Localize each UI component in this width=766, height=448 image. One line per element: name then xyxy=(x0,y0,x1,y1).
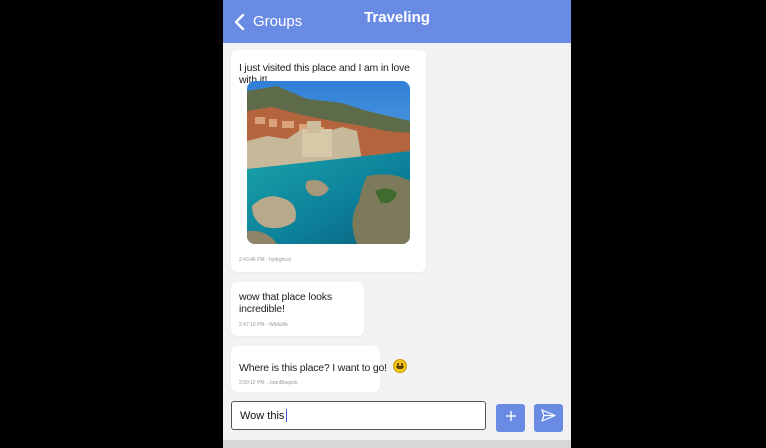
grinning-face-icon xyxy=(393,359,408,373)
message-bubble: wow that place looks incredible! 2:47:10… xyxy=(231,282,364,336)
message-list[interactable]: I just visited this place and I am in lo… xyxy=(223,43,571,392)
message-meta: 2:43:46 PM - hydrghost xyxy=(239,257,291,263)
message-meta: 2:50:12 PM - JoanBlaqock xyxy=(239,380,298,386)
message-text: wow that place looks incredible! xyxy=(239,291,332,315)
chevron-left-icon xyxy=(233,13,245,31)
text-caret xyxy=(286,409,288,422)
bottom-bar xyxy=(223,440,571,448)
plus-icon xyxy=(505,409,517,427)
message-input-value: Wow this xyxy=(240,409,285,422)
message-bubble: I just visited this place and I am in lo… xyxy=(231,50,426,272)
app-header: Groups Traveling xyxy=(223,0,571,43)
add-attachment-button[interactable] xyxy=(496,404,525,432)
message-text: Where is this place? I want to go! xyxy=(239,362,387,374)
composer-bar: Wow this xyxy=(223,392,571,440)
page-title: Traveling xyxy=(364,9,430,26)
send-icon xyxy=(541,409,556,427)
message-meta: 2:47:10 PM - Wildulife xyxy=(239,322,288,328)
message-bubble: Where is this place? I want to go! 2:50:… xyxy=(231,346,408,392)
back-button[interactable]: Groups xyxy=(233,0,302,43)
send-button[interactable] xyxy=(534,404,563,432)
chat-screen: Groups Traveling I just visited this pla… xyxy=(223,0,571,448)
back-label: Groups xyxy=(253,13,303,30)
message-photo[interactable] xyxy=(247,81,410,244)
message-input[interactable]: Wow this xyxy=(231,401,486,430)
